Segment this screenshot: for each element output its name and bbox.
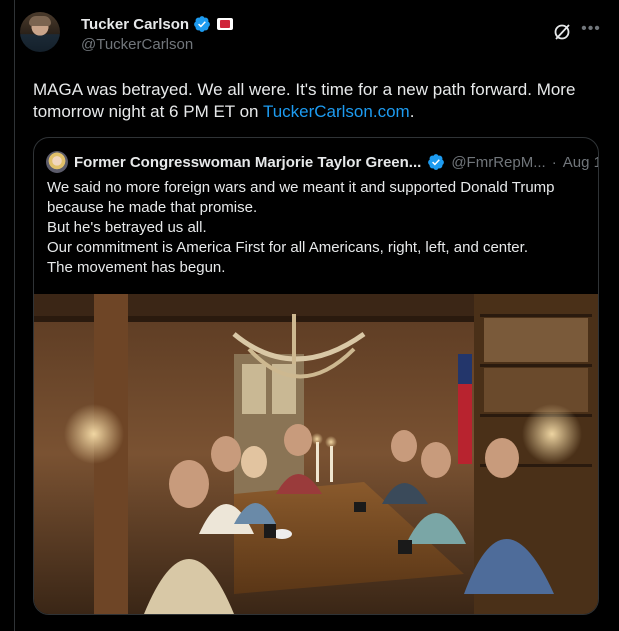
quoted-line: We said no more foreign wars and we mean…	[47, 179, 555, 196]
quoted-post-text: We said no more foreign wars and we mean…	[47, 178, 587, 278]
author-info: Tucker Carlson @TuckerCarlson	[81, 14, 234, 53]
quoted-line: because he made that promise.	[47, 199, 258, 216]
author-avatar[interactable]	[20, 12, 60, 52]
verified-badge-icon	[428, 154, 445, 170]
author-name[interactable]: Tucker Carlson	[81, 16, 189, 33]
affiliation-badge-icon	[217, 18, 234, 30]
quoted-author-name[interactable]: Former Congresswoman Marjorie Taylor Gre…	[74, 154, 421, 171]
tweet-text-end: .	[409, 102, 415, 121]
quoted-post-photo[interactable]	[34, 294, 598, 614]
verified-badge-icon	[194, 16, 210, 32]
quoted-author-avatar[interactable]	[46, 151, 68, 173]
tweet-text: MAGA was betrayed. We all were. It's tim…	[33, 79, 593, 123]
quoted-line: The movement has begun.	[47, 259, 226, 276]
quoted-line: But he's betrayed us all.	[47, 219, 207, 236]
quoted-date[interactable]: Aug 1	[563, 154, 598, 171]
quoted-post-header: Former Congresswoman Marjorie Taylor Gre…	[46, 151, 598, 173]
quoted-post[interactable]: Former Congresswoman Marjorie Taylor Gre…	[33, 137, 599, 615]
grok-icon[interactable]	[552, 22, 572, 42]
author-handle[interactable]: @TuckerCarlson	[81, 36, 233, 53]
quoted-line: Our commitment is America First for all …	[47, 239, 528, 256]
tweet-link[interactable]: TuckerCarlson.com	[263, 102, 410, 121]
more-options-icon[interactable]: •••	[580, 21, 602, 42]
quoted-separator: ·	[551, 153, 557, 171]
quoted-author-handle[interactable]: @FmrRepM...	[451, 154, 545, 171]
